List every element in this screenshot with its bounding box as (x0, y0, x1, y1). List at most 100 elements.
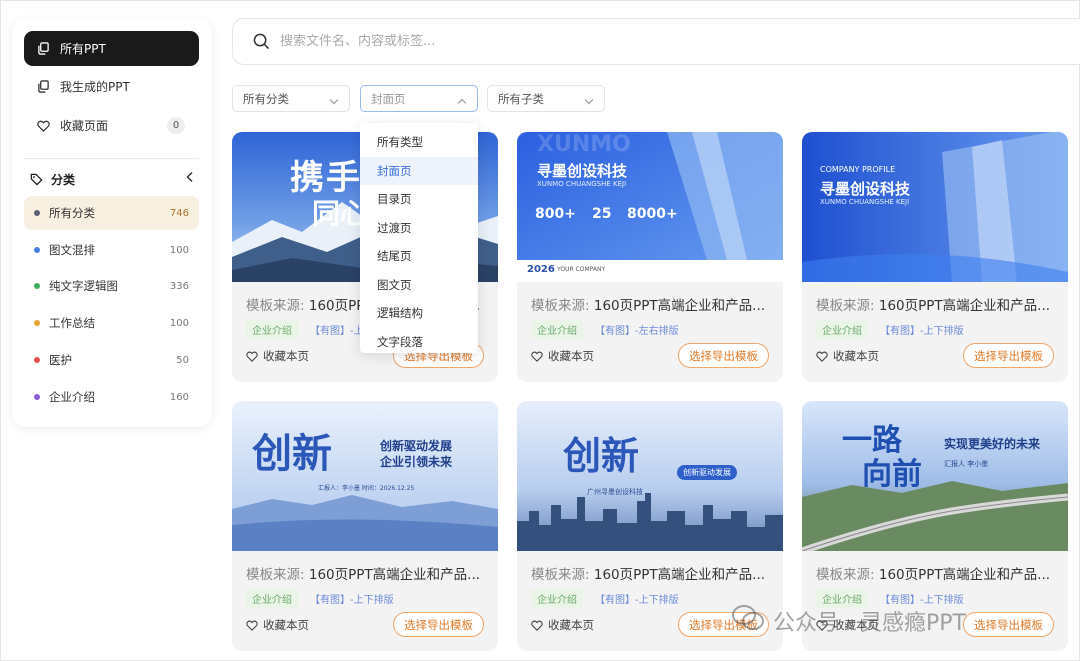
thumbnail-year: 2026 (527, 264, 555, 275)
category-item[interactable]: 图文混排 100 (24, 233, 199, 267)
favorite-label: 收藏本页 (548, 618, 594, 632)
category-dot (34, 320, 40, 326)
thumbnail-title-2: 向前 (862, 457, 922, 492)
category-dot (34, 357, 40, 363)
thumbnail-title: 寻墨创设科技 (820, 180, 911, 198)
filter-value: 封面页 (371, 91, 406, 106)
favorite-button[interactable]: 收藏本页 (246, 348, 309, 364)
dropdown-option[interactable]: 所有类型 (360, 128, 478, 157)
category-item[interactable]: 纯文字逻辑图 336 (24, 269, 199, 303)
favorite-label: 收藏本页 (263, 618, 309, 632)
filter-category-select[interactable]: 所有分类 (232, 85, 350, 112)
template-thumbnail: COMPANY PROFILE 寻墨创设科技 XUNMO CHUANGSHE K… (802, 132, 1068, 282)
export-template-button[interactable]: 选择导出模板 (963, 612, 1054, 637)
heart-icon (36, 119, 50, 133)
favorite-button[interactable]: 收藏本页 (531, 348, 594, 364)
template-name: 160页PPT高端企业和产品... (593, 567, 766, 583)
thumbnail-subtitle: 广州寻墨创设科技 (587, 488, 643, 496)
thumbnail-subtitle: XUNMO CHUANGSHE KEJI (537, 180, 627, 188)
favorite-button[interactable]: 收藏本页 (816, 348, 879, 364)
template-name: 160页PPT高端企业和产品... (878, 567, 1051, 583)
card-title: 模板来源: 160页PPT高端企业和产品... (816, 294, 1056, 314)
sidebar: 所有PPT 我生成的PPT 收藏页面 0 分类 所有分类 746 图文混排 10… (12, 19, 212, 427)
nav-all-ppt[interactable]: 所有PPT (24, 31, 199, 66)
category-header: 分类 (30, 169, 195, 189)
card-title: 模板来源: 160页PPT高端企业和产品... (531, 294, 771, 314)
nav-label: 所有PPT (60, 42, 106, 56)
source-label: 模板来源: (816, 298, 875, 314)
template-thumbnail: XUNMO 寻墨创设科技 XUNMO CHUANGSHE KEJI 800+ 2… (517, 132, 783, 282)
dropdown-option[interactable]: 文字段落 (360, 328, 478, 357)
export-template-button[interactable]: 选择导出模板 (678, 612, 769, 637)
thumbnail-meta: 汇报人 李小墨 (944, 460, 989, 468)
dropdown-option[interactable]: 逻辑结构 (360, 299, 478, 328)
template-thumbnail: 创新 创新驱动发展 企业引领未来 汇报人：李小墨 时间：2026.12.25 (232, 401, 498, 551)
category-count: 100 (169, 244, 189, 256)
template-card[interactable]: 创新 创新驱动发展 广州寻墨创设科技 模板来源: 160页PPT高端企业和产品.… (517, 401, 783, 651)
thumbnail-pill: 创新驱动发展 (677, 465, 737, 480)
nav-label: 收藏页面 (60, 119, 109, 133)
heart-icon (816, 351, 828, 362)
category-count: 160 (169, 391, 189, 403)
export-template-button[interactable]: 选择导出模板 (678, 343, 769, 368)
filter-subcategory-select[interactable]: 所有子类 (487, 85, 605, 112)
favorite-button[interactable]: 收藏本页 (246, 617, 309, 633)
category-tag: 企业介绍 (246, 320, 298, 339)
category-tag: 企业介绍 (531, 589, 583, 608)
category-label: 图文混排 (49, 243, 95, 257)
thumbnail-stat: 8000+ (627, 206, 678, 222)
chevron-up-icon (457, 94, 467, 108)
favorite-label: 收藏本页 (548, 349, 594, 363)
dropdown-option[interactable]: 目录页 (360, 185, 478, 214)
category-heading: 分类 (51, 172, 76, 187)
source-label: 模板来源: (246, 298, 305, 314)
template-card[interactable]: XUNMO 寻墨创设科技 XUNMO CHUANGSHE KEJI 800+ 2… (517, 132, 783, 382)
export-template-button[interactable]: 选择导出模板 (393, 612, 484, 637)
source-label: 模板来源: (531, 567, 590, 583)
template-card[interactable]: 创新 创新驱动发展 企业引领未来 汇报人：李小墨 时间：2026.12.25 模… (232, 401, 498, 651)
card-title: 模板来源: 160页PPT高端企业和产品... (816, 563, 1056, 583)
thumbnail-line: 企业引领未来 (380, 455, 453, 469)
export-template-button[interactable]: 选择导出模板 (963, 343, 1054, 368)
template-card[interactable]: 一路 向前 实现更美好的未来 汇报人 李小墨 模板来源: 160页PPT高端企业… (802, 401, 1068, 651)
favorites-count-badge: 0 (167, 117, 185, 134)
layout-tag: 【有图】-左右排版 (595, 326, 679, 337)
tag-icon (30, 173, 43, 186)
heart-icon (531, 620, 543, 631)
template-name: 160页PPT高端企业和产品... (593, 298, 766, 314)
template-card[interactable]: COMPANY PROFILE 寻墨创设科技 XUNMO CHUANGSHE K… (802, 132, 1068, 382)
search-input[interactable] (280, 34, 980, 49)
category-count: 50 (176, 354, 189, 366)
thumbnail-stat: 800+ (535, 206, 576, 222)
favorite-button[interactable]: 收藏本页 (816, 617, 879, 633)
filter-value: 所有分类 (243, 91, 289, 106)
nav-my-ppt[interactable]: 我生成的PPT (24, 69, 199, 104)
chevron-left-icon[interactable] (185, 171, 195, 186)
category-item[interactable]: 工作总结 100 (24, 306, 199, 340)
page-type-dropdown-menu: 所有类型 封面页 目录页 过渡页 结尾页 图文页 逻辑结构 文字段落 (360, 123, 478, 353)
thumbnail-title: 创新 (252, 430, 332, 477)
dropdown-option[interactable]: 过渡页 (360, 214, 478, 243)
category-item[interactable]: 所有分类 746 (24, 196, 199, 230)
category-count: 746 (169, 207, 189, 219)
chevron-down-icon (329, 94, 339, 108)
chevron-down-icon (584, 94, 594, 108)
dropdown-option[interactable]: 图文页 (360, 271, 478, 300)
category-tag: 企业介绍 (816, 320, 868, 339)
dropdown-option[interactable]: 结尾页 (360, 242, 478, 271)
category-label: 工作总结 (49, 316, 95, 330)
category-label: 所有分类 (49, 206, 95, 220)
category-item[interactable]: 企业介绍 160 (24, 380, 199, 414)
layout-tag: 【有图】-上下排版 (310, 595, 394, 606)
copy-icon (36, 42, 50, 56)
template-name: 160页PPT高端企业和产品... (308, 567, 481, 583)
nav-favorites[interactable]: 收藏页面 0 (24, 108, 199, 143)
template-name: 160页PPT高端企业和产品... (878, 298, 1051, 314)
card-title: 模板来源: 160页PPT高端企业和产品... (531, 563, 771, 583)
search-bar (232, 18, 1080, 65)
filter-page-type-select[interactable]: 封面页 (360, 85, 478, 112)
category-item[interactable]: 医护 50 (24, 343, 199, 377)
favorite-button[interactable]: 收藏本页 (531, 617, 594, 633)
thumbnail-line: 创新驱动发展 (380, 439, 453, 453)
dropdown-option-selected[interactable]: 封面页 (360, 156, 478, 185)
